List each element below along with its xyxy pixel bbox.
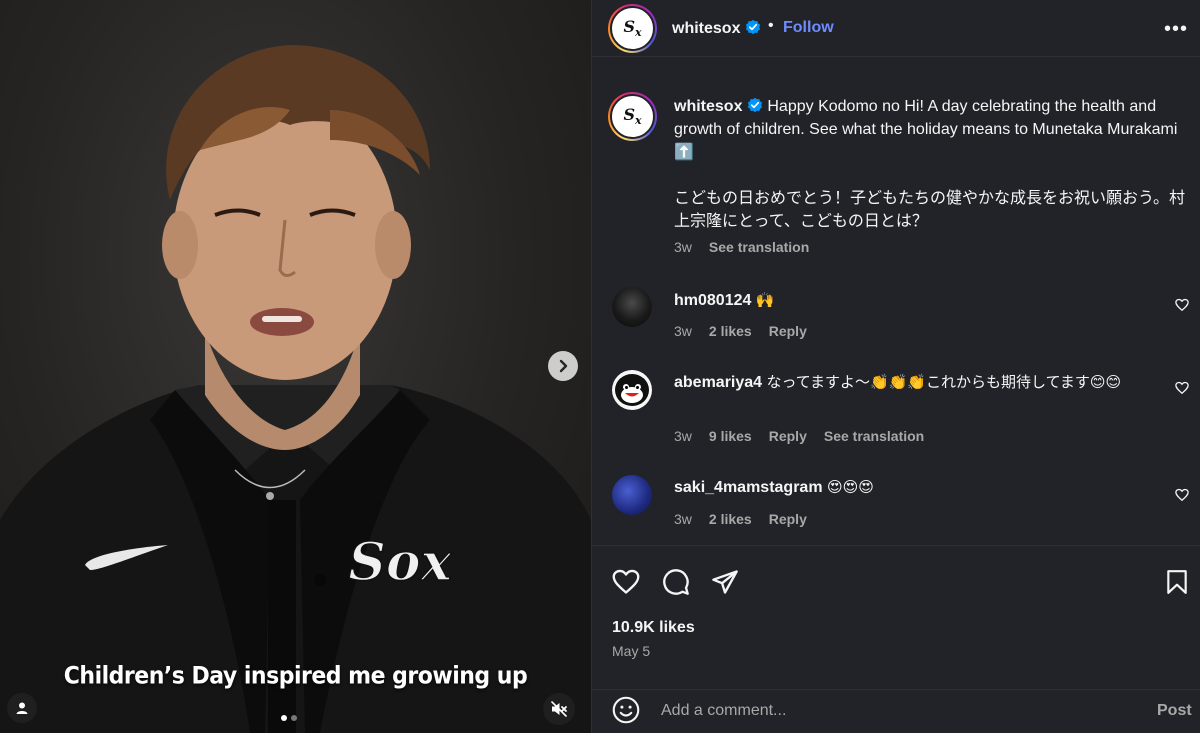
- sox-logo-icon: Sx: [623, 17, 642, 40]
- comment-avatar[interactable]: [612, 475, 652, 515]
- comment-likes[interactable]: 9 likes: [709, 428, 752, 444]
- caption-time: 3w: [674, 239, 692, 255]
- verified-icon: [745, 19, 761, 35]
- comment-reply-button[interactable]: Reply: [769, 428, 807, 444]
- post-viewer: Sox Children’s Day inspired me growing u…: [0, 0, 1200, 733]
- post-actions: 10.9K likes May 5: [592, 545, 1200, 689]
- jersey-sox-logo: Sox: [348, 532, 452, 593]
- comment-username[interactable]: hm080124: [674, 292, 751, 309]
- comment-meta: 3w 2 likes Reply: [674, 511, 807, 527]
- comment-text: なってますよ〜👏👏👏これからも期待してます😊😊: [766, 373, 1122, 391]
- comment-text: 🙌: [755, 291, 775, 309]
- add-comment-bar: Post: [592, 689, 1200, 733]
- heart-icon[interactable]: [1175, 488, 1189, 502]
- heart-icon[interactable]: [1175, 298, 1189, 312]
- comment-username[interactable]: abemariya4: [674, 374, 762, 391]
- header-username[interactable]: whitesox: [672, 19, 761, 38]
- heart-icon[interactable]: [1175, 381, 1189, 395]
- post-comment-button[interactable]: Post: [1157, 702, 1192, 720]
- video-subtitle: Children’s Day inspired me growing up: [63, 662, 528, 691]
- emoji-icon[interactable]: [612, 696, 640, 724]
- caption-see-translation[interactable]: See translation: [709, 239, 809, 255]
- post-caption: whitesox Happy Kodomo no Hi! A day celeb…: [674, 95, 1194, 233]
- caption-avatar[interactable]: Sx: [608, 92, 657, 141]
- heart-icon[interactable]: [612, 568, 640, 596]
- tagged-users-button[interactable]: [7, 693, 37, 723]
- more-options-icon[interactable]: •••: [1164, 18, 1188, 41]
- comment-meta: 3w 9 likes Reply See translation: [674, 428, 925, 444]
- post-media[interactable]: Sox Children’s Day inspired me growing u…: [0, 0, 591, 733]
- mute-icon: [551, 701, 567, 717]
- slide-dot: [291, 715, 297, 721]
- bookmark-icon[interactable]: [1164, 568, 1190, 596]
- user-icon: [16, 702, 28, 714]
- comment-input[interactable]: [661, 698, 1131, 724]
- comment-see-translation[interactable]: See translation: [824, 428, 924, 444]
- header-separator: •: [768, 17, 774, 34]
- post-header: Sx whitesox • Follow •••: [592, 0, 1200, 57]
- slide-dot-active: [281, 715, 287, 721]
- share-icon[interactable]: [711, 568, 739, 596]
- comment-username[interactable]: saki_4mamstagram: [674, 479, 823, 496]
- comment-meta: 3w 2 likes Reply: [674, 323, 807, 339]
- comment-reply-button[interactable]: Reply: [769, 323, 807, 339]
- sox-logo-icon: Sx: [623, 105, 642, 128]
- comment-text: 😍😍😍: [827, 478, 874, 496]
- video-frame: Sox: [0, 45, 591, 733]
- post-date: May 5: [612, 643, 651, 659]
- post-details-panel: Sx whitesox • Follow ••• Sx whitesox Hap…: [591, 0, 1200, 733]
- comment-avatar[interactable]: [612, 287, 652, 327]
- slide-indicator: [281, 715, 297, 721]
- comment-likes[interactable]: 2 likes: [709, 511, 752, 527]
- comment-reply-button[interactable]: Reply: [769, 511, 807, 527]
- mute-button[interactable]: [543, 693, 575, 725]
- next-slide-button[interactable]: [548, 351, 578, 381]
- follow-button[interactable]: Follow: [783, 19, 834, 37]
- chevron-right-icon: [559, 359, 568, 373]
- caption-meta: 3w See translation: [674, 239, 809, 255]
- like-count[interactable]: 10.9K likes: [612, 619, 695, 637]
- comment-likes[interactable]: 2 likes: [709, 323, 752, 339]
- verified-icon: [747, 97, 763, 113]
- caption-username[interactable]: whitesox: [674, 97, 767, 115]
- comment-icon[interactable]: [662, 568, 690, 596]
- comment-avatar[interactable]: [612, 370, 652, 410]
- caption-text-ja: こどもの日おめでとう！子どもたちの健やかな成長をお祝い願おう。村上宗隆にとって、…: [674, 190, 1186, 230]
- profile-avatar[interactable]: Sx: [608, 4, 657, 53]
